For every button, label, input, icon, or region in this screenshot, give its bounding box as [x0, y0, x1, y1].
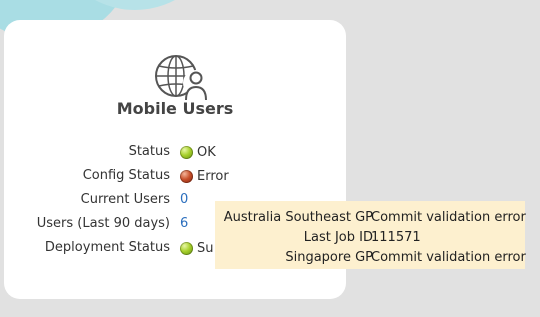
status-value-row: OK [0, 145, 340, 165]
current-users-link[interactable]: 0 [180, 192, 188, 207]
widget-title: Mobile Users [116, 99, 234, 118]
config-status-value[interactable]: Error [197, 169, 229, 184]
tooltip-key: Australia Southeast GP [223, 210, 373, 225]
tooltip-key: Singapore GP [285, 250, 373, 265]
deployment-ok-indicator-icon [180, 242, 193, 255]
status-ok-indicator-icon [180, 146, 193, 159]
status-value: OK [197, 145, 216, 160]
tooltip-value: Commit validation error [371, 250, 526, 265]
tooltip-row: Australia Southeast GP Commit validation… [215, 210, 526, 230]
tooltip-key: Last Job ID [303, 230, 373, 245]
tooltip-value: Commit validation error [371, 210, 526, 225]
config-error-tooltip: Australia Southeast GP Commit validation… [215, 201, 526, 270]
config-error-indicator-icon [180, 170, 193, 183]
deployment-status-value: Su [197, 241, 214, 256]
users-90-days-link[interactable]: 6 [180, 216, 188, 231]
globe-user-icon [155, 55, 209, 101]
tooltip-row: Singapore GP Commit validation error [215, 250, 525, 270]
tooltip-row: Last Job ID 111571 [215, 230, 525, 250]
config-status-value-row[interactable]: Error [0, 169, 340, 189]
tooltip-value: 111571 [371, 230, 421, 245]
